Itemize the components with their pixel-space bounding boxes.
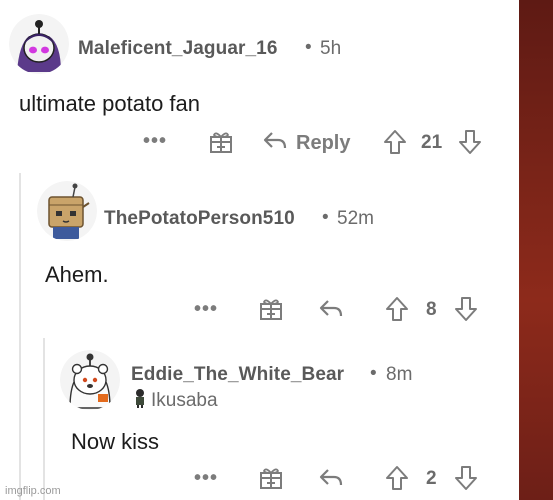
comment-body: Now kiss — [71, 429, 160, 454]
downvote-icon — [454, 296, 478, 327]
comment-timestamp: 52m — [337, 208, 374, 229]
award-icon — [258, 465, 284, 496]
upvote-icon — [383, 129, 407, 160]
upvote-icon — [385, 296, 409, 327]
vote-count: 2 — [426, 468, 437, 489]
meta-separator: • — [305, 37, 312, 58]
flair-emoji-icon — [133, 388, 147, 414]
award-icon — [258, 296, 284, 327]
more-options-label: ••• — [143, 130, 168, 152]
background-strip — [519, 0, 553, 500]
reply-button[interactable] — [318, 466, 344, 495]
more-options-button[interactable]: ••• — [194, 298, 218, 321]
reply-arrow-icon — [318, 297, 344, 326]
more-options-button[interactable]: ••• — [143, 130, 167, 153]
downvote-button[interactable] — [458, 129, 482, 160]
more-options-label: ••• — [194, 467, 219, 489]
vote-count: 8 — [426, 299, 437, 320]
meta-separator: • — [370, 363, 377, 384]
reply-button[interactable]: Reply — [262, 129, 350, 158]
more-options-button[interactable]: ••• — [194, 467, 218, 490]
upvote-icon — [385, 465, 409, 496]
comment-body: ultimate potato fan — [19, 91, 201, 116]
downvote-icon — [454, 465, 478, 496]
avatar[interactable] — [9, 14, 69, 74]
meta-separator: • — [322, 207, 329, 228]
thread-line-level-1[interactable] — [19, 173, 21, 500]
thread-line-level-2[interactable] — [43, 338, 45, 500]
comment-body: Ahem. — [45, 262, 109, 287]
avatar[interactable] — [60, 350, 120, 410]
downvote-button[interactable] — [454, 465, 478, 496]
award-button[interactable] — [258, 296, 284, 327]
award-icon — [208, 129, 234, 160]
reply-arrow-icon — [262, 129, 288, 158]
award-button[interactable] — [258, 465, 284, 496]
downvote-button[interactable] — [454, 296, 478, 327]
more-options-label: ••• — [194, 298, 219, 320]
reply-arrow-icon — [318, 466, 344, 495]
reply-button[interactable] — [318, 297, 344, 326]
comment-timestamp: 5h — [320, 38, 342, 59]
vote-count: 21 — [421, 132, 443, 153]
username[interactable]: ThePotatoPerson510 — [104, 208, 295, 230]
award-button[interactable] — [208, 129, 234, 160]
avatar[interactable] — [37, 181, 97, 241]
user-flair: Ikusaba — [133, 388, 218, 414]
username[interactable]: Eddie_The_White_Bear — [131, 364, 344, 386]
upvote-button[interactable] — [385, 465, 409, 496]
upvote-button[interactable] — [385, 296, 409, 327]
imgflip-watermark: imgflip.com — [5, 485, 61, 497]
username[interactable]: Maleficent_Jaguar_16 — [78, 38, 278, 60]
downvote-icon — [458, 129, 482, 160]
upvote-button[interactable] — [383, 129, 407, 160]
flair-text: Ikusaba — [151, 390, 218, 411]
reply-label: Reply — [296, 132, 351, 154]
comment-timestamp: 8m — [386, 364, 413, 385]
